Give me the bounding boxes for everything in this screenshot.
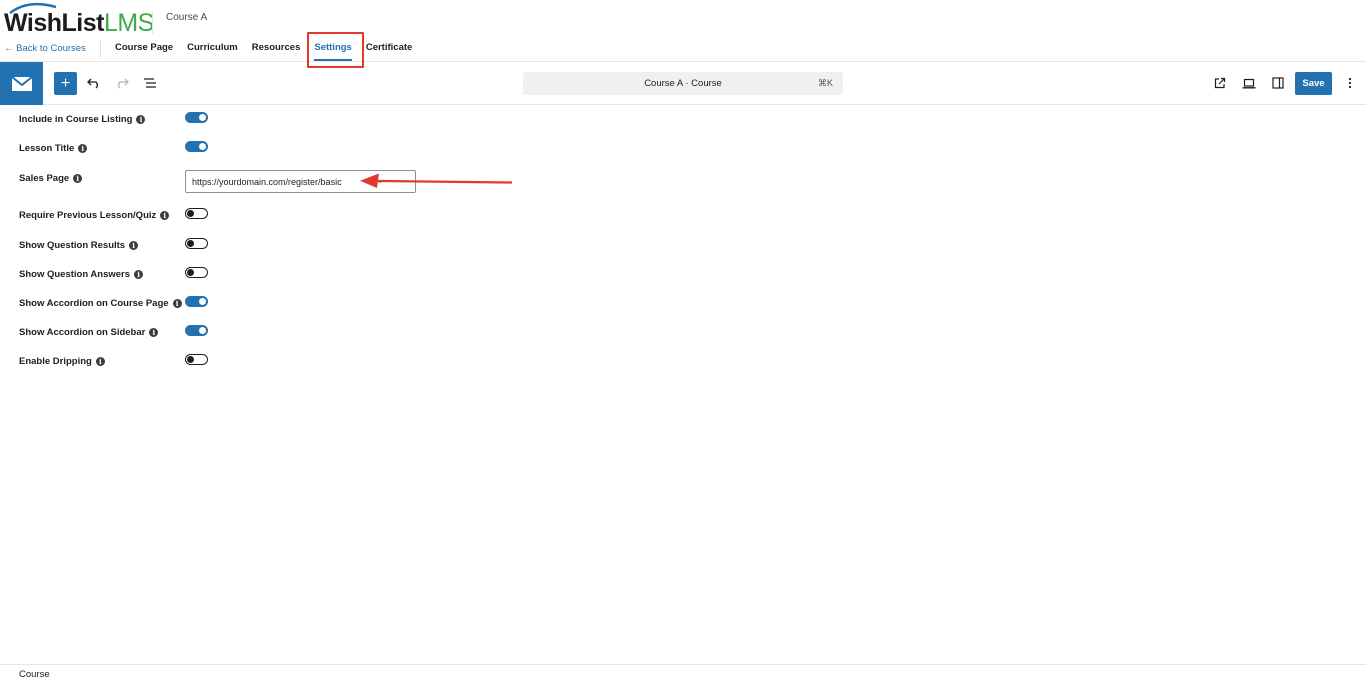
site-logo-button[interactable] (0, 62, 43, 105)
toggle-knob (187, 269, 194, 276)
laptop-icon (1242, 78, 1256, 88)
undo-icon (87, 78, 98, 89)
setting-label: Include in Course Listing (19, 114, 133, 125)
setting-label: Show Question Results (19, 240, 126, 251)
lesson-title-toggle[interactable] (185, 141, 208, 152)
enable-dripping-toggle[interactable] (185, 354, 208, 365)
setting-sales-page: Sales Page i (0, 169, 520, 193)
setting-label: Show Question Answers (19, 269, 131, 280)
tab-certificate[interactable]: Certificate (366, 36, 412, 62)
info-icon[interactable]: i (95, 357, 105, 366)
options-menu-button[interactable] (1340, 73, 1360, 93)
toggle-knob (199, 143, 206, 150)
toggle-knob (199, 327, 206, 334)
logo-swoosh-icon (9, 2, 57, 15)
setting-label: Lesson Title (19, 143, 75, 154)
command-palette-bar[interactable]: Course A · Course ⌘K (523, 72, 843, 95)
setting-enable-dripping: Enable Dripping i (0, 352, 520, 372)
top-header: WishList LMS Course A ← Back to Courses … (0, 0, 1366, 68)
show-accordion-on-sidebar-toggle[interactable] (185, 325, 208, 336)
more-vertical-icon (1348, 77, 1352, 89)
show-question-results-toggle[interactable] (185, 238, 208, 249)
setting-show-accordion-on-sidebar: Show Accordion on Sidebar i (0, 323, 520, 343)
wishlist-lms-logo: WishList LMS (4, 2, 154, 38)
info-icon[interactable]: i (149, 328, 159, 337)
course-name: Course A (152, 12, 207, 34)
info-icon[interactable]: i (134, 270, 144, 279)
command-shortcut: ⌘K (817, 78, 833, 88)
toggle-knob (199, 114, 206, 121)
plus-icon: + (60, 75, 71, 92)
undo-button[interactable] (84, 73, 104, 93)
info-icon[interactable]: i (78, 144, 88, 153)
preview-button[interactable] (1239, 73, 1259, 93)
tab-settings[interactable]: Settings (314, 36, 353, 62)
setting-label: Enable Dripping (19, 356, 92, 367)
setting-include-in-course-listing: Include in Course Listing i (0, 110, 520, 130)
tab-resources[interactable]: Resources (252, 36, 301, 62)
toggle-knob (199, 298, 206, 305)
toggle-knob (187, 356, 194, 363)
include-in-course-listing-toggle[interactable] (185, 112, 208, 123)
sales-page-url-input[interactable] (185, 170, 416, 193)
header-divider (100, 40, 101, 58)
sidebar-icon (1272, 77, 1284, 89)
setting-show-accordion-on-course-page: Show Accordion on Course Page i (0, 294, 520, 314)
add-block-button[interactable]: + (54, 72, 77, 95)
info-icon[interactable]: i (136, 115, 146, 124)
external-link-icon (1214, 77, 1226, 89)
editor-footer: Course (0, 664, 1366, 681)
info-icon[interactable]: i (172, 299, 182, 308)
setting-show-question-results: Show Question Results i (0, 236, 520, 256)
setting-lesson-title: Lesson Title i (0, 139, 520, 159)
tab-curriculum[interactable]: Curriculum (187, 36, 238, 62)
toggle-knob (187, 240, 194, 247)
document-title: Course A · Course (644, 78, 722, 89)
setting-label: Require Previous Lesson/Quiz (19, 210, 157, 221)
require-previous-lesson-quiz-toggle[interactable] (185, 208, 208, 219)
toggle-knob (187, 210, 194, 217)
setting-label: Show Accordion on Course Page (19, 298, 169, 309)
save-button[interactable]: Save (1295, 72, 1332, 95)
info-icon[interactable]: i (160, 211, 170, 220)
setting-show-question-answers: Show Question Answers i (0, 265, 520, 285)
redo-icon (118, 78, 129, 89)
show-question-answers-toggle[interactable] (185, 267, 208, 278)
envelope-check-icon (10, 75, 33, 91)
footer-breadcrumb[interactable]: Course (19, 669, 50, 680)
course-tabs: Course Page Curriculum Resources Setting… (115, 36, 426, 62)
back-to-courses-link[interactable]: ← Back to Courses (4, 43, 86, 54)
settings-sidebar-toggle[interactable] (1268, 73, 1288, 93)
redo-button[interactable] (112, 73, 132, 93)
logo-lms-text: LMS (103, 9, 154, 37)
show-accordion-on-course-page-toggle[interactable] (185, 296, 208, 307)
document-overview-button[interactable] (140, 73, 160, 93)
tab-course-page[interactable]: Course Page (115, 36, 173, 62)
setting-label: Show Accordion on Sidebar (19, 327, 146, 338)
view-page-button[interactable] (1210, 73, 1230, 93)
info-icon[interactable]: i (129, 241, 139, 250)
setting-require-previous-lesson-quiz: Require Previous Lesson/Quiz i (0, 206, 520, 226)
list-view-icon (144, 78, 156, 88)
info-icon[interactable]: i (73, 174, 83, 183)
editor-toolbar: + Course A · Course ⌘K Save (0, 62, 1366, 105)
setting-label: Sales Page (19, 173, 70, 184)
